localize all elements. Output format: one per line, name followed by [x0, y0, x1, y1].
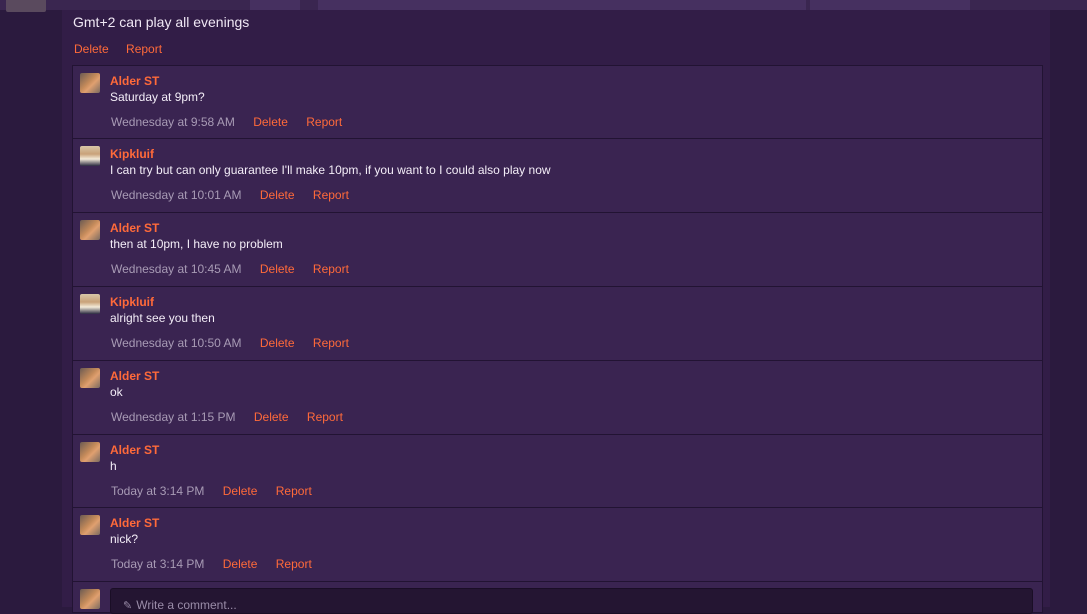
comment-item: Alder ST ok Wednesday at 1:15 PM Delete … [73, 361, 1042, 435]
comment-report-button[interactable]: Report [306, 115, 342, 129]
comment-time[interactable]: Wednesday at 10:01 AM [111, 188, 242, 202]
comment-meta: Wednesday at 10:50 AM Delete Report [111, 336, 364, 350]
comment-report-button[interactable]: Report [276, 557, 312, 571]
post-delete-button[interactable]: Delete [74, 42, 109, 56]
alder-avatar[interactable] [80, 220, 100, 240]
comment-item: Alder ST then at 10pm, I have no problem… [73, 213, 1042, 287]
comment-delete-button[interactable]: Delete [260, 188, 295, 202]
comment-author[interactable]: Alder ST [110, 516, 159, 530]
comment-author[interactable]: Kipkluif [110, 147, 154, 161]
write-comment-placeholder: ✎ Write a comment... [123, 598, 237, 612]
alder-avatar [80, 589, 100, 609]
post-avatar [6, 0, 46, 12]
comment-author[interactable]: Alder ST [110, 74, 159, 88]
comment-text: h [110, 459, 117, 473]
comment-delete-button[interactable]: Delete [223, 557, 258, 571]
top-bar-controls[interactable] [810, 0, 970, 10]
comment-meta: Wednesday at 1:15 PM Delete Report [111, 410, 358, 424]
comment-author[interactable]: Alder ST [110, 369, 159, 383]
comment-report-button[interactable]: Report [313, 262, 349, 276]
comment-author[interactable]: Alder ST [110, 221, 159, 235]
comment-text: ok [110, 385, 123, 399]
comment-report-button[interactable]: Report [313, 336, 349, 350]
alder-avatar[interactable] [80, 368, 100, 388]
comment-report-button[interactable]: Report [307, 410, 343, 424]
comment-time[interactable]: Wednesday at 10:45 AM [111, 262, 242, 276]
comment-author[interactable]: Alder ST [110, 443, 159, 457]
comment-delete-button[interactable]: Delete [260, 262, 295, 276]
comment-meta: Wednesday at 9:58 AM Delete Report [111, 115, 357, 129]
top-bar-tab[interactable] [250, 0, 300, 10]
comment-time[interactable]: Today at 3:14 PM [111, 557, 204, 571]
comment-item: Alder ST Saturday at 9pm? Wednesday at 9… [73, 66, 1042, 139]
comment-compose: ✎ Write a comment... [73, 582, 1042, 614]
comment-item: Kipkluif alright see you then Wednesday … [73, 287, 1042, 361]
comment-time[interactable]: Today at 3:14 PM [111, 484, 204, 498]
comment-text: alright see you then [110, 311, 215, 325]
comment-delete-button[interactable]: Delete [253, 115, 288, 129]
post-text: Gmt+2 can play all evenings [73, 14, 250, 30]
comment-meta: Today at 3:14 PM Delete Report [111, 484, 327, 498]
comment-item: Kipkluif I can try but can only guarante… [73, 139, 1042, 213]
comment-time[interactable]: Wednesday at 9:58 AM [111, 115, 235, 129]
comment-author[interactable]: Kipkluif [110, 295, 154, 309]
comment-delete-button[interactable]: Delete [260, 336, 295, 350]
comment-item: Alder ST h Today at 3:14 PM Delete Repor… [73, 435, 1042, 508]
comment-list: Alder ST Saturday at 9pm? Wednesday at 9… [72, 65, 1043, 614]
alder-avatar[interactable] [80, 442, 100, 462]
comment-meta: Today at 3:14 PM Delete Report [111, 557, 327, 571]
comment-time[interactable]: Wednesday at 10:50 AM [111, 336, 242, 350]
alder-avatar[interactable] [80, 73, 100, 93]
alder-avatar[interactable] [80, 515, 100, 535]
write-comment-input[interactable]: ✎ Write a comment... [110, 588, 1033, 614]
comment-item: Alder ST nick? Today at 3:14 PM Delete R… [73, 508, 1042, 582]
pencil-icon: ✎ [123, 600, 133, 612]
comment-report-button[interactable]: Report [276, 484, 312, 498]
post-actions: Delete Report [74, 42, 176, 56]
comment-text: I can try but can only guarantee I'll ma… [110, 163, 551, 177]
comment-meta: Wednesday at 10:45 AM Delete Report [111, 262, 364, 276]
comment-text: nick? [110, 532, 139, 546]
top-bar [0, 0, 1087, 10]
comment-time[interactable]: Wednesday at 1:15 PM [111, 410, 236, 424]
comment-delete-button[interactable]: Delete [223, 484, 258, 498]
comment-delete-button[interactable]: Delete [254, 410, 289, 424]
comment-report-button[interactable]: Report [313, 188, 349, 202]
post-report-button[interactable]: Report [126, 42, 162, 56]
top-bar-search[interactable] [318, 0, 806, 10]
kipkluif-avatar[interactable] [80, 146, 100, 166]
comment-meta: Wednesday at 10:01 AM Delete Report [111, 188, 364, 202]
comment-text: Saturday at 9pm? [110, 90, 205, 104]
comment-text: then at 10pm, I have no problem [110, 237, 283, 251]
kipkluif-avatar[interactable] [80, 294, 100, 314]
